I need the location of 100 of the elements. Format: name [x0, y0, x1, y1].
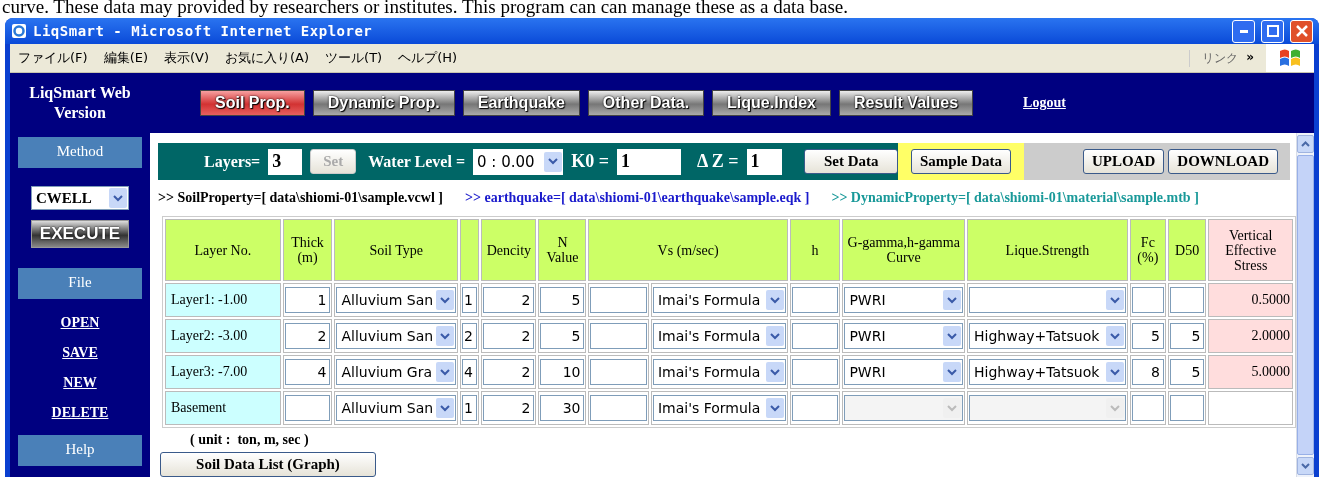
sidebar-link[interactable]: DELETE	[51, 405, 109, 421]
menu-item[interactable]: 表示(V)	[156, 49, 218, 67]
nav-tab[interactable]: Earthquake	[462, 90, 580, 116]
nav-tab[interactable]: Result Values	[839, 90, 974, 116]
nav-tab[interactable]: Other Data.	[587, 90, 705, 116]
menu-item[interactable]: お気に入り(A)	[217, 49, 318, 67]
vs-field[interactable]	[590, 395, 647, 421]
density-field[interactable]: 2	[483, 359, 535, 385]
menu-item[interactable]: ツール(T)	[317, 49, 391, 67]
fc-field[interactable]: 8	[1131, 359, 1164, 385]
maximize-button[interactable]	[1261, 19, 1284, 43]
soil-type-select[interactable]: Alluvium Gra	[336, 359, 456, 385]
h-field[interactable]	[791, 359, 839, 385]
method-select[interactable]: CWELL	[31, 186, 129, 210]
layer-label: Basement	[165, 391, 281, 425]
soil-index-field[interactable]: 2	[461, 323, 478, 349]
nav-tab[interactable]: Dynamic Prop.	[312, 90, 455, 116]
sidebar-link[interactable]: OPEN	[60, 315, 100, 331]
lique-strength-select[interactable]	[969, 287, 1126, 313]
menu-item[interactable]: ヘルプ(H)	[390, 49, 466, 67]
download-button[interactable]: DOWNLOAD	[1168, 149, 1278, 174]
soil-index-field[interactable]: 1	[461, 287, 478, 313]
vs-method-select[interactable]: Imai's Formula	[652, 359, 786, 385]
sidebar-header: Method	[18, 137, 142, 168]
dropdown-caret-icon	[435, 290, 454, 310]
dropdown-caret-icon	[435, 326, 454, 346]
d50-field[interactable]	[1169, 287, 1205, 313]
nav-tab[interactable]: Lique.Index	[712, 90, 831, 116]
soil-type-select[interactable]: Alluvium San	[336, 287, 456, 313]
document-text: curve. These data may provided by researchers or institutes. This program can can manage these as a data base.	[1, 0, 850, 18]
layer-label: Layer3: -7.00	[165, 355, 281, 389]
column-header: N Value	[538, 219, 587, 281]
curve-select[interactable]: PWRI	[844, 287, 964, 313]
lique-strength-select[interactable]: Highway+Tatsuok	[969, 323, 1126, 349]
scroll-down-button[interactable]	[1297, 457, 1314, 475]
dropdown-caret-icon	[943, 326, 962, 346]
d50-field[interactable]: 5	[1169, 359, 1205, 385]
dropdown-caret-icon	[765, 362, 784, 382]
chevron-button[interactable]: »	[1246, 49, 1254, 67]
window-title: LiqSmart - Microsoft Internet Explorer	[33, 23, 374, 39]
thickness-field[interactable]	[284, 395, 331, 421]
menu-item[interactable]: ファイル(F)	[10, 49, 96, 67]
minimize-button[interactable]	[1232, 19, 1255, 43]
thickness-field[interactable]: 1	[284, 287, 331, 313]
fc-field[interactable]	[1131, 287, 1164, 313]
layers-field[interactable]: 3	[268, 148, 303, 175]
column-header: Fc (%)	[1129, 219, 1166, 281]
graph-button[interactable]: Soil Data List (Graph)	[160, 452, 376, 477]
sidebar-link[interactable]: SAVE	[62, 345, 98, 361]
n-value-field[interactable]: 5	[540, 287, 585, 313]
column-header: D50	[1167, 219, 1207, 281]
water-level-select[interactable]: 0 : 0.00	[473, 148, 564, 175]
vs-method-select[interactable]: Imai's Formula	[652, 323, 786, 349]
thickness-field[interactable]: 2	[284, 323, 331, 349]
links-label[interactable]: リンク	[1202, 49, 1239, 67]
vs-field[interactable]	[590, 359, 647, 385]
density-field[interactable]: 2	[483, 287, 535, 313]
set-data-button[interactable]: Set Data	[804, 149, 898, 174]
sidebar-link[interactable]: NEW	[63, 375, 97, 391]
soil-type-select[interactable]: Alluvium San	[336, 323, 456, 349]
k0-field[interactable]: 1	[617, 148, 682, 175]
soil-index-field[interactable]: 1	[461, 395, 478, 421]
unit-note: ( unit : ton, m, sec )	[190, 432, 309, 448]
fc-field[interactable]: 5	[1131, 323, 1164, 349]
d50-field[interactable]	[1169, 395, 1205, 421]
curve-select[interactable]: PWRI	[844, 323, 964, 349]
vs-method-select[interactable]: Imai's Formula	[652, 287, 786, 313]
stress-value: 2.0000	[1208, 319, 1293, 353]
layers-label: Layers=	[204, 152, 261, 171]
vs-field[interactable]	[590, 323, 647, 349]
lique-strength-select[interactable]: Highway+Tatsuok	[969, 359, 1126, 385]
h-field[interactable]	[791, 287, 839, 313]
d50-field[interactable]: 5	[1169, 323, 1205, 349]
logout-link[interactable]: Logout	[1023, 95, 1066, 111]
scrollbar[interactable]	[1296, 133, 1314, 477]
scroll-up-button[interactable]	[1297, 135, 1314, 153]
n-value-field[interactable]: 5	[540, 323, 585, 349]
dropdown-caret-icon	[435, 398, 454, 418]
scroll-thumb[interactable]	[1297, 155, 1314, 455]
nav-tab[interactable]: Soil Prop.	[200, 90, 305, 116]
soil-index-field[interactable]: 4	[461, 359, 478, 385]
n-value-field[interactable]: 30	[540, 395, 585, 421]
n-value-field[interactable]: 10	[540, 359, 585, 385]
curve-select[interactable]: PWRI	[844, 359, 964, 385]
h-field[interactable]	[791, 323, 839, 349]
density-field[interactable]: 2	[483, 323, 535, 349]
vs-method-select[interactable]: Imai's Formula	[652, 395, 786, 421]
thickness-field[interactable]: 4	[284, 359, 331, 385]
close-button[interactable]	[1290, 19, 1313, 43]
soil-type-select[interactable]: Alluvium San	[336, 395, 456, 421]
upload-button[interactable]: UPLOAD	[1083, 149, 1165, 174]
vs-field[interactable]	[590, 287, 647, 313]
menu-item[interactable]: 編集(E)	[95, 49, 156, 67]
browser-icon	[11, 23, 27, 39]
execute-button[interactable]: EXECUTE	[31, 220, 129, 248]
density-field[interactable]: 2	[483, 395, 535, 421]
h-field[interactable]	[791, 395, 839, 421]
sample-data-button[interactable]: Sample Data	[910, 149, 1012, 174]
fc-field[interactable]	[1131, 395, 1164, 421]
delta-z-field[interactable]: 1	[746, 148, 783, 175]
